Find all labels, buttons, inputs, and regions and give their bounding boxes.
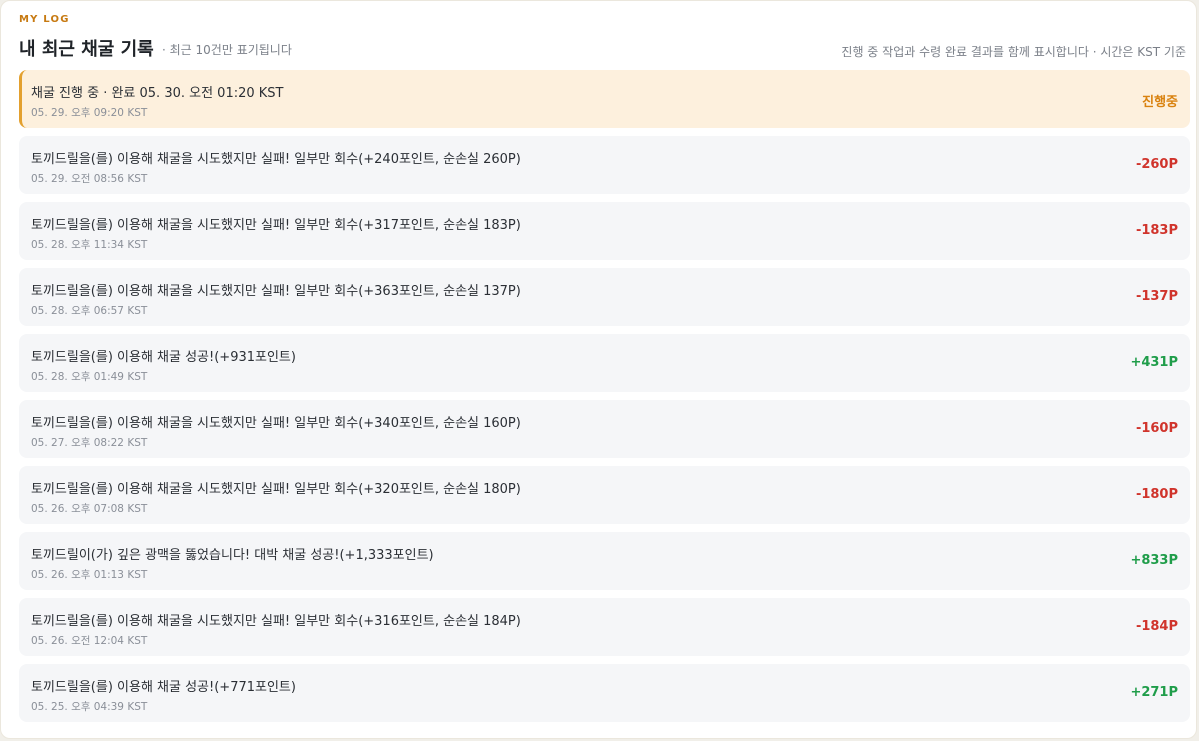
record-amount: 진행중	[1142, 95, 1178, 110]
list-item: 토끼드릴을(를) 이용해 채굴을 시도했지만 실패! 일부만 회수(+240포인…	[19, 136, 1190, 194]
record-amount: +431P	[1130, 355, 1178, 370]
list-item: 토끼드릴을(를) 이용해 채굴을 시도했지만 실패! 일부만 회수(+340포인…	[19, 400, 1190, 458]
record-amount: -137P	[1135, 289, 1178, 304]
record-amount: -160P	[1135, 421, 1178, 436]
record-time: 05. 26. 오후 07:08 KST	[31, 503, 148, 515]
page-title: 내 최근 채굴 기록	[19, 39, 154, 60]
record-text: 토끼드릴을(를) 이용해 채굴을 시도했지만 실패! 일부만 회수(+363포인…	[31, 284, 521, 299]
list-item: 토끼드릴을(를) 이용해 채굴 성공!(+931포인트) 05. 28. 오후 …	[19, 334, 1190, 392]
record-amount: -180P	[1135, 487, 1178, 502]
list-item: 토끼드릴을(를) 이용해 채굴을 시도했지만 실패! 일부만 회수(+317포인…	[19, 202, 1190, 260]
record-time: 05. 26. 오후 01:13 KST	[31, 569, 148, 581]
record-time: 05. 29. 오후 09:20 KST	[31, 107, 148, 119]
page-subtitle: · 최근 10건만 표기됩니다	[162, 43, 292, 57]
list-item: 토끼드릴을(를) 이용해 채굴을 시도했지만 실패! 일부만 회수(+316포인…	[19, 598, 1190, 656]
record-text: 토끼드릴이(가) 깊은 광맥을 뚫었습니다! 대박 채굴 성공!(+1,333포…	[31, 548, 434, 563]
record-amount: -183P	[1135, 223, 1178, 238]
list-item: 토끼드릴이(가) 깊은 광맥을 뚫었습니다! 대박 채굴 성공!(+1,333포…	[19, 532, 1190, 590]
record-amount: +271P	[1130, 685, 1178, 700]
record-time: 05. 28. 오후 01:49 KST	[31, 371, 148, 383]
record-time: 05. 27. 오후 08:22 KST	[31, 437, 148, 449]
record-amount: -184P	[1135, 619, 1178, 634]
mining-log-card: MY LOG 내 최근 채굴 기록 · 최근 10건만 표기됩니다 진행 중 작…	[0, 0, 1197, 739]
record-text: 토끼드릴을(를) 이용해 채굴을 시도했지만 실패! 일부만 회수(+316포인…	[31, 614, 521, 629]
record-time: 05. 29. 오전 08:56 KST	[31, 173, 148, 185]
record-time: 05. 28. 오후 06:57 KST	[31, 305, 148, 317]
record-text: 토끼드릴을(를) 이용해 채굴을 시도했지만 실패! 일부만 회수(+320포인…	[31, 482, 521, 497]
record-amount: -260P	[1135, 157, 1178, 172]
mining-record-list: 채굴 진행 중 · 완료 05. 30. 오전 01:20 KST 05. 29…	[19, 70, 1190, 730]
title-row: 내 최근 채굴 기록 · 최근 10건만 표기됩니다 진행 중 작업과 수령 완…	[19, 35, 1186, 61]
record-amount: +833P	[1130, 553, 1178, 568]
record-time: 05. 28. 오후 11:34 KST	[31, 239, 148, 251]
list-item: 토끼드릴을(를) 이용해 채굴을 시도했지만 실패! 일부만 회수(+363포인…	[19, 268, 1190, 326]
record-time: 05. 25. 오후 04:39 KST	[31, 701, 148, 713]
timezone-note: 진행 중 작업과 수령 완료 결과를 함께 표시합니다 · 시간은 KST 기준	[841, 45, 1186, 59]
record-text: 토끼드릴을(를) 이용해 채굴을 시도했지만 실패! 일부만 회수(+340포인…	[31, 416, 521, 431]
record-text: 토끼드릴을(를) 이용해 채굴 성공!(+931포인트)	[31, 350, 296, 365]
list-item: 토끼드릴을(를) 이용해 채굴을 시도했지만 실패! 일부만 회수(+320포인…	[19, 466, 1190, 524]
record-text: 토끼드릴을(를) 이용해 채굴을 시도했지만 실패! 일부만 회수(+317포인…	[31, 218, 521, 233]
record-text: 토끼드릴을(를) 이용해 채굴 성공!(+771포인트)	[31, 680, 296, 695]
list-item: 채굴 진행 중 · 완료 05. 30. 오전 01:20 KST 05. 29…	[19, 70, 1190, 128]
record-time: 05. 26. 오전 12:04 KST	[31, 635, 148, 647]
list-item: 토끼드릴을(를) 이용해 채굴 성공!(+771포인트) 05. 25. 오후 …	[19, 664, 1190, 722]
record-text: 채굴 진행 중 · 완료 05. 30. 오전 01:20 KST	[31, 86, 284, 101]
record-text: 토끼드릴을(를) 이용해 채굴을 시도했지만 실패! 일부만 회수(+240포인…	[31, 152, 521, 167]
section-eyebrow: MY LOG	[19, 14, 70, 25]
